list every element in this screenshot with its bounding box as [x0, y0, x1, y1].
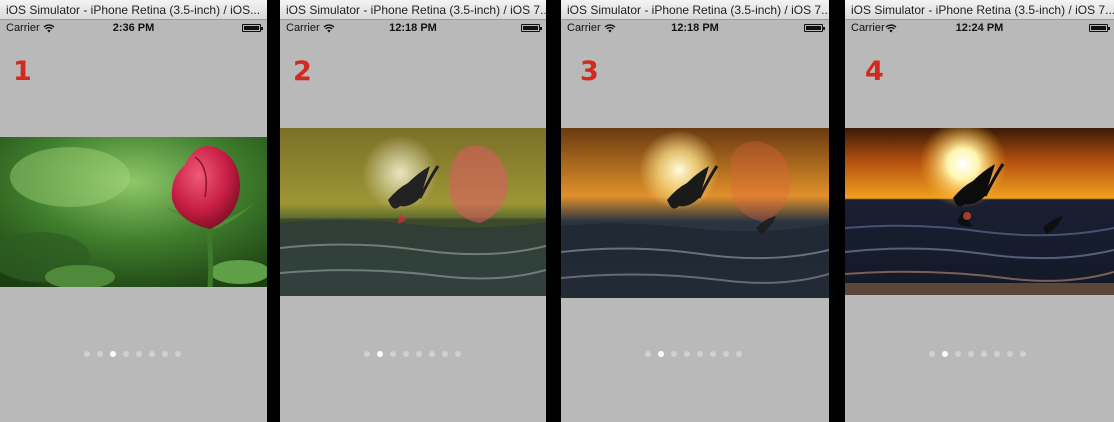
photo-rose[interactable]	[0, 137, 267, 287]
page-dot-current[interactable]	[658, 351, 664, 357]
step-number: 1	[13, 56, 32, 87]
page-dot[interactable]	[136, 351, 142, 357]
step-number: 2	[293, 56, 312, 87]
simulator-window-2: iOS Simulator - iPhone Retina (3.5-inch)…	[280, 0, 546, 422]
page-dot[interactable]	[955, 351, 961, 357]
page-dot[interactable]	[175, 351, 181, 357]
page-dot[interactable]	[981, 351, 987, 357]
status-bar: Carrier 12:18 PM	[561, 20, 829, 37]
photo-crossfade[interactable]	[561, 128, 829, 298]
simulator-window-1: iOS Simulator - iPhone Retina (3.5-inch)…	[0, 0, 267, 422]
window-title: iOS Simulator - iPhone Retina (3.5-inch)…	[0, 0, 267, 20]
step-number: 3	[580, 56, 599, 87]
photo-crossfade[interactable]	[280, 128, 546, 296]
page-control[interactable]	[645, 351, 742, 359]
status-time: 12:18 PM	[389, 22, 437, 34]
page-dot[interactable]	[994, 351, 1000, 357]
page-control[interactable]	[929, 351, 1026, 359]
page-dot-current[interactable]	[942, 351, 948, 357]
page-dot[interactable]	[684, 351, 690, 357]
page-dot[interactable]	[736, 351, 742, 357]
status-time: 12:24 PM	[955, 22, 1004, 34]
status-bar: Carrier 12:18 PM	[280, 20, 546, 37]
page-dot[interactable]	[455, 351, 461, 357]
page-dot[interactable]	[403, 351, 409, 357]
page-dot[interactable]	[162, 351, 168, 357]
page-dot[interactable]	[390, 351, 396, 357]
page-dot[interactable]	[710, 351, 716, 357]
battery-icon	[242, 24, 263, 32]
page-dot[interactable]	[123, 351, 129, 357]
window-title: iOS Simulator - iPhone Retina (3.5-inch)…	[561, 0, 829, 20]
status-time: 2:36 PM	[112, 22, 155, 34]
page-dot[interactable]	[645, 351, 651, 357]
status-bar: Carrier 2:36 PM	[0, 20, 267, 37]
page-dot[interactable]	[364, 351, 370, 357]
page-dot[interactable]	[1007, 351, 1013, 357]
photo-sunset-pelican[interactable]	[845, 128, 1114, 295]
page-dot[interactable]	[1020, 351, 1026, 357]
window-title: iOS Simulator - iPhone Retina (3.5-inch)…	[845, 0, 1114, 20]
page-dot[interactable]	[723, 351, 729, 357]
page-dot[interactable]	[416, 351, 422, 357]
page-control[interactable]	[364, 351, 461, 359]
simulator-window-4: iOS Simulator - iPhone Retina (3.5-inch)…	[845, 0, 1114, 422]
page-dot[interactable]	[429, 351, 435, 357]
simulator-window-3: iOS Simulator - iPhone Retina (3.5-inch)…	[561, 0, 829, 422]
page-dot-current[interactable]	[110, 351, 116, 357]
step-number: 4	[865, 56, 884, 87]
page-dot-current[interactable]	[377, 351, 383, 357]
page-dot[interactable]	[929, 351, 935, 357]
page-dot[interactable]	[442, 351, 448, 357]
page-dot[interactable]	[97, 351, 103, 357]
battery-icon	[521, 24, 542, 32]
status-bar: Carrier 12:24 PM	[845, 20, 1114, 37]
page-dot[interactable]	[671, 351, 677, 357]
window-title: iOS Simulator - iPhone Retina (3.5-inch)…	[280, 0, 546, 20]
page-dot[interactable]	[149, 351, 155, 357]
page-dot[interactable]	[84, 351, 90, 357]
page-dot[interactable]	[968, 351, 974, 357]
battery-icon	[1089, 24, 1110, 32]
page-dot[interactable]	[697, 351, 703, 357]
battery-icon	[804, 24, 825, 32]
status-time: 12:18 PM	[671, 22, 719, 34]
page-control[interactable]	[84, 351, 181, 359]
